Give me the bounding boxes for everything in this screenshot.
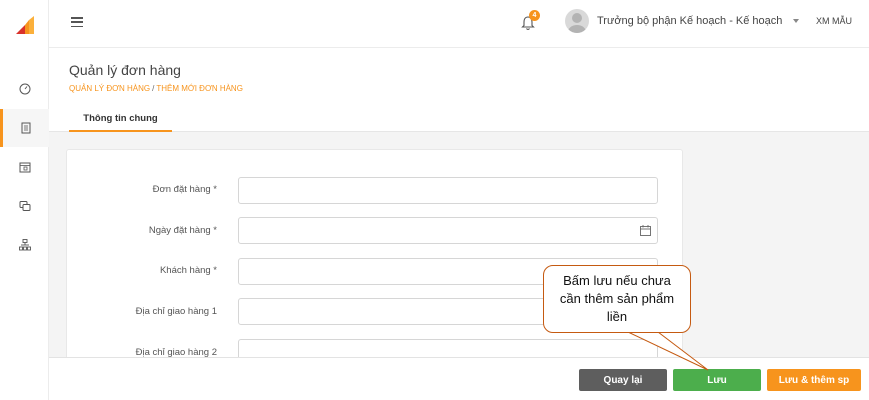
chat-icon [19,201,30,211]
order-date-label: Ngày đặt hàng * [148,225,217,236]
breadcrumb: QUẢN LÝ ĐƠN HÀNG / THÊM MỚI ĐƠN HÀNG [69,84,243,93]
breadcrumb-order-management[interactable]: QUẢN LÝ ĐƠN HÀNG [69,84,150,93]
calendar-icon[interactable] [640,225,651,236]
order-number-input[interactable] [238,177,658,204]
tab-bar: Thông tin chung [49,106,869,132]
company-label: XM MẪU [816,16,852,26]
back-button[interactable]: Quay lại [579,369,667,391]
order-number-label: Đơn đặt hàng * [152,184,217,195]
calendar-icon [19,162,30,173]
shipping-address-1-label: Địa chỉ giao hàng 1 [135,306,217,317]
sidebar [0,0,49,400]
sidebar-item-orders[interactable] [0,109,49,147]
save-and-add-product-button[interactable]: Lưu & thêm sp [767,369,861,391]
annotation-callout: Bấm lưu nếu chưa cần thêm sản phẩm liền [543,265,691,333]
username-label[interactable]: Trưởng bộ phận Kế hoạch - Kế hoạch [597,15,782,27]
app-logo[interactable] [16,16,34,34]
user-avatar[interactable] [565,9,589,33]
breadcrumb-current: THÊM MỚI ĐƠN HÀNG [156,84,243,93]
avatar-person-icon [568,13,586,33]
top-header: 4 Trưởng bộ phận Kế hoạch - Kế hoạch XM … [49,0,869,48]
order-date-input[interactable] [238,217,658,244]
save-button[interactable]: Lưu [673,369,761,391]
sitemap-icon [18,239,31,251]
customer-label: Khách hàng * [159,265,217,276]
sidebar-item-calendar[interactable] [0,148,49,186]
notification-count-badge: 4 [529,10,540,21]
document-icon [21,122,31,134]
page-title: Quản lý đơn hàng [69,62,181,78]
dashboard-icon [19,83,30,95]
sidebar-item-chat[interactable] [0,187,49,225]
user-menu-chevron-down-icon[interactable] [793,19,799,23]
sidebar-item-dashboard[interactable] [0,70,49,108]
breadcrumb-separator: / [152,84,155,93]
tab-general-info[interactable]: Thông tin chung [69,106,172,132]
menu-toggle-icon[interactable] [71,17,83,28]
sidebar-item-organization[interactable] [0,226,49,264]
